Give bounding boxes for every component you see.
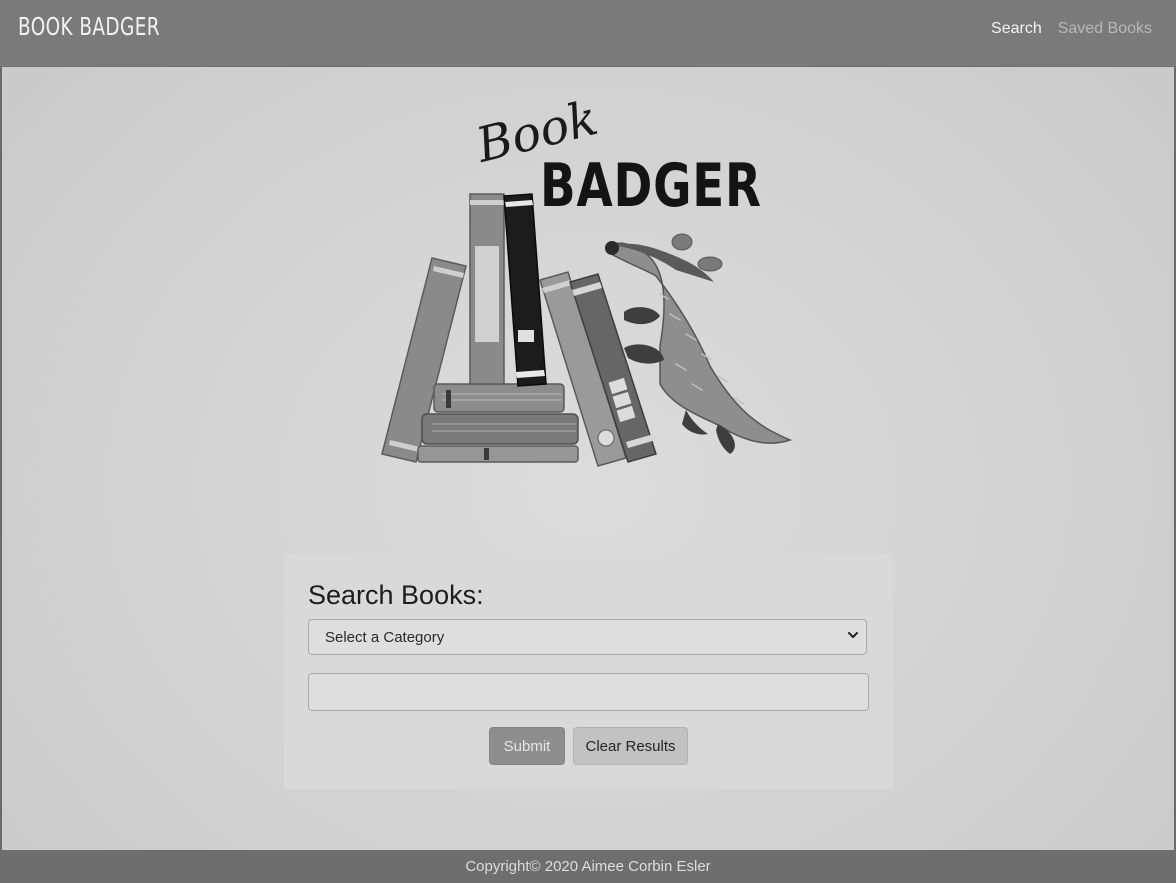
stacked-books-illustration bbox=[417, 383, 579, 463]
category-select[interactable]: Select a Category bbox=[308, 619, 867, 655]
window-edge-left bbox=[0, 0, 2, 883]
black-book-illustration bbox=[503, 193, 547, 387]
nav-link-saved-books[interactable]: Saved Books bbox=[1058, 20, 1152, 38]
search-query-input[interactable] bbox=[308, 673, 869, 711]
search-card: Search Books: Select a Category Submit C… bbox=[284, 554, 893, 789]
logo-wordmark: BADGER bbox=[540, 151, 762, 221]
search-title: Search Books: bbox=[308, 580, 484, 610]
clear-results-button[interactable]: Clear Results bbox=[573, 727, 688, 765]
book-badger-logo: Book BADGER bbox=[370, 84, 810, 474]
chevron-down-icon bbox=[848, 632, 858, 638]
category-select-value: Select a Category bbox=[325, 629, 445, 646]
nav-link-search[interactable]: Search bbox=[991, 20, 1042, 38]
tall-grey-book-illustration bbox=[469, 193, 505, 385]
nav-links: Search Saved Books bbox=[991, 20, 1152, 38]
submit-button[interactable]: Submit bbox=[489, 727, 565, 765]
brand-link[interactable]: Book Badger bbox=[18, 12, 160, 41]
navbar: Book Badger Search Saved Books bbox=[0, 0, 1176, 67]
footer-copyright: Copyright© 2020 Aimee Corbin Esler bbox=[0, 850, 1176, 883]
